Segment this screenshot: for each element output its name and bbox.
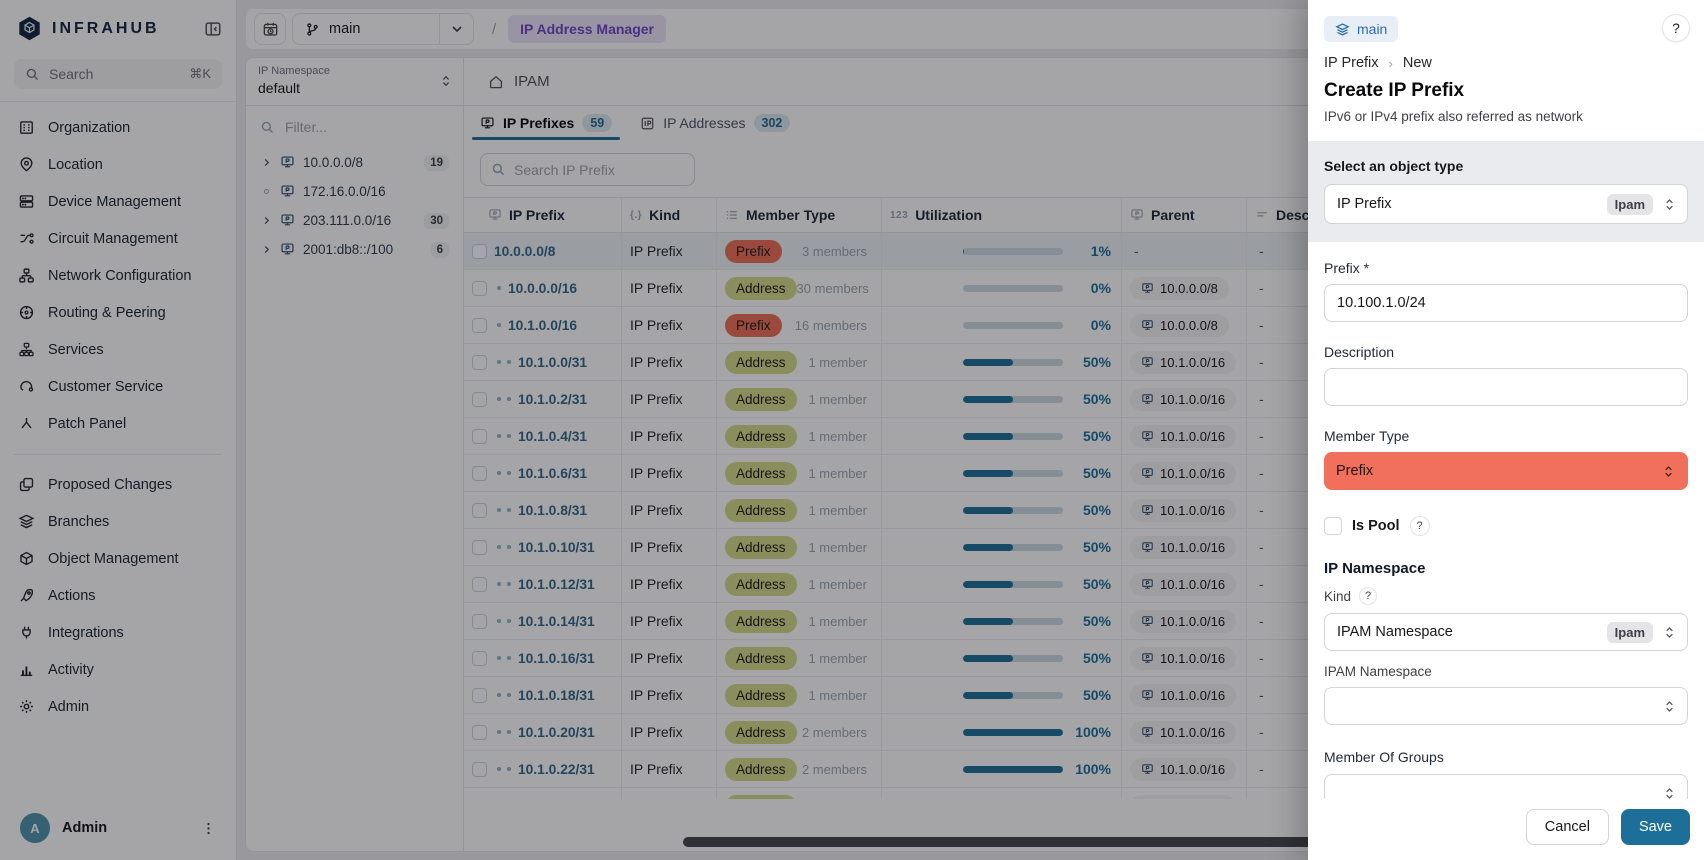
- ipam-badge: Ipam: [1607, 194, 1653, 215]
- object-type-value: IP Prefix: [1337, 196, 1392, 212]
- chevron-separator: ›: [1389, 56, 1393, 71]
- help-button[interactable]: ?: [1662, 14, 1690, 42]
- select-updown-icon: [1662, 786, 1677, 800]
- branch-badge: main: [1324, 16, 1398, 42]
- save-button[interactable]: Save: [1621, 809, 1690, 845]
- is-pool-label: Is Pool: [1352, 518, 1400, 534]
- ipam-namespace-label: IPAM Namespace: [1324, 664, 1432, 679]
- ipam-badge: Ipam: [1607, 622, 1653, 643]
- select-updown-icon: [1662, 699, 1677, 714]
- description-field-label: Description: [1324, 344, 1688, 360]
- is-pool-checkbox[interactable]: [1324, 517, 1342, 535]
- breadcrumb-item: New: [1403, 55, 1432, 71]
- ipam-namespace-select[interactable]: [1324, 687, 1688, 725]
- drawer-form: Prefix * Description Member Type Prefix …: [1308, 242, 1704, 799]
- ip-namespace-section-heading: IP Namespace: [1324, 560, 1688, 577]
- drawer-footer: Cancel Save: [1308, 799, 1704, 860]
- object-type-label: Select an object type: [1324, 158, 1688, 174]
- description-field-input[interactable]: [1324, 368, 1688, 406]
- drawer-header: main ? IP Prefix › New Create IP Prefix …: [1308, 0, 1704, 141]
- member-of-groups-label: Member Of Groups: [1324, 749, 1688, 765]
- select-updown-icon: [1662, 625, 1677, 640]
- kind-value: IPAM Namespace: [1337, 624, 1453, 640]
- layers-icon: [1335, 22, 1350, 37]
- create-ip-prefix-drawer: main ? IP Prefix › New Create IP Prefix …: [1308, 0, 1704, 860]
- object-type-section: Select an object type IP Prefix Ipam: [1308, 141, 1704, 242]
- drawer-title: Create IP Prefix: [1324, 80, 1688, 102]
- member-of-groups-select[interactable]: [1324, 774, 1688, 799]
- drawer-subtitle: IPv6 or IPv4 prefix also referred as net…: [1324, 109, 1688, 124]
- object-type-select[interactable]: IP Prefix Ipam: [1324, 184, 1688, 224]
- select-updown-icon: [1661, 464, 1676, 479]
- is-pool-help-icon[interactable]: ?: [1410, 516, 1430, 536]
- kind-select[interactable]: IPAM Namespace Ipam: [1324, 613, 1688, 651]
- drawer-breadcrumb: IP Prefix › New: [1324, 55, 1688, 71]
- kind-label: Kind: [1324, 589, 1351, 604]
- breadcrumb-item[interactable]: IP Prefix: [1324, 55, 1379, 71]
- prefix-field-label: Prefix *: [1324, 260, 1688, 276]
- canc el-button[interactable]: Cancel: [1526, 809, 1609, 845]
- member-type-field-label: Member Type: [1324, 428, 1688, 444]
- prefix-field-input[interactable]: [1324, 284, 1688, 322]
- select-updown-icon: [1662, 197, 1677, 212]
- app-window: INFRAHUB Search ⌘K Organization Location…: [0, 0, 1704, 860]
- branch-badge-label: main: [1357, 21, 1387, 37]
- kind-help-icon[interactable]: ?: [1359, 587, 1377, 605]
- member-type-select[interactable]: Prefix: [1324, 452, 1688, 490]
- member-type-value: Prefix: [1336, 463, 1373, 479]
